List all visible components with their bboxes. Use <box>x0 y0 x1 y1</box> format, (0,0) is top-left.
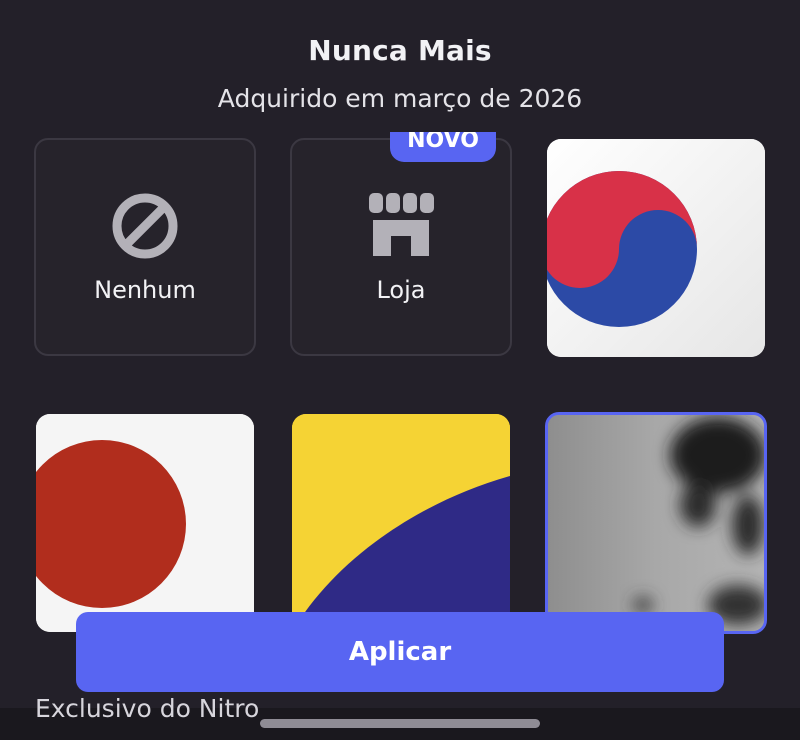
brazil-flag-image <box>292 414 510 632</box>
storefront-icon <box>369 193 434 256</box>
blurred-photo-image <box>548 415 764 631</box>
option-brazil-flag[interactable] <box>292 414 510 632</box>
option-none[interactable]: Nenhum <box>34 138 256 356</box>
korea-flag-image <box>547 139 765 357</box>
item-subtitle: Adquirido em março de 2026 <box>217 84 583 113</box>
new-badge: NOVO <box>390 132 496 162</box>
option-korea-flag[interactable] <box>547 139 765 357</box>
home-indicator[interactable] <box>260 719 540 728</box>
option-japan-flag[interactable] <box>36 414 254 632</box>
apply-button[interactable]: Aplicar <box>76 612 724 692</box>
nitro-exclusive-heading: Exclusivo do Nitro <box>35 694 260 723</box>
japan-flag-image <box>36 414 254 632</box>
option-none-label: Nenhum <box>94 276 196 304</box>
option-shop[interactable]: Loja <box>290 138 512 356</box>
option-shop-label: Loja <box>376 276 426 304</box>
option-photo-selected[interactable] <box>545 412 767 634</box>
item-title: Nunca Mais <box>308 34 492 67</box>
ban-icon <box>112 193 178 259</box>
